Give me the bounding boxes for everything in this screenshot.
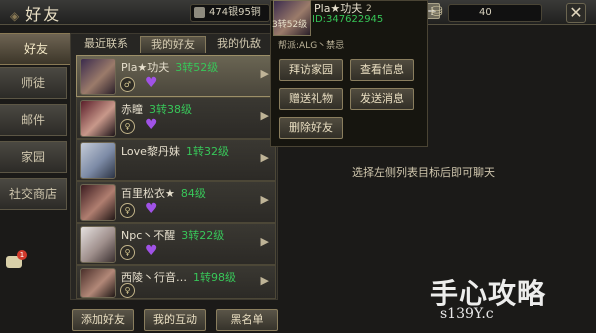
avatar [80, 58, 116, 95]
friend-level: 3转52级 [175, 61, 219, 74]
nav-item-social-shop[interactable]: 社交商店 [0, 178, 67, 210]
send-gift-button[interactable]: 赠送礼物 [279, 88, 343, 110]
friend-level: 84级 [180, 187, 206, 200]
gold-amount: 40 [479, 7, 492, 18]
nav-item-friends[interactable]: 好友 [0, 33, 73, 65]
silver-amount: 474银95铜 [209, 7, 261, 18]
friend-status-icons: ♀ ♥ [120, 243, 158, 260]
expand-arrow-icon[interactable]: ▶ [261, 151, 269, 164]
friend-name-line: 西陵丶行音… 1转98级 [121, 269, 236, 285]
gender-icon: ♀ [120, 283, 135, 298]
heart-icon: ♥ [145, 243, 158, 259]
friend-name-line: Npc丶不醒 3转22级 [121, 227, 224, 243]
friend-name: Npc丶不醒 [121, 229, 176, 242]
expand-arrow-icon[interactable]: ▶ [261, 235, 269, 248]
my-interaction-button[interactable]: 我的互动 [144, 309, 206, 331]
friend-status-icons: ♂ ♥ [120, 75, 158, 92]
friend-row[interactable]: Love黎丹妹 1转32级 ▶ [76, 139, 276, 181]
visit-home-button[interactable]: 拜访家园 [279, 59, 343, 81]
page-title-text: 好友 [25, 5, 62, 24]
nav-item-mail[interactable]: 邮件 [0, 104, 67, 136]
friend-row[interactable]: Npc丶不醒 3转22级 ♀ ♥ ▶ [76, 223, 276, 265]
gold-currency-display: ⛁ 40 [431, 4, 542, 22]
avatar [80, 142, 116, 179]
friend-level: 3转22级 [181, 229, 225, 242]
add-friend-button[interactable]: 添加好友 [72, 309, 134, 331]
gender-icon: ♂ [120, 77, 135, 92]
friend-name: Love黎丹妹 [121, 145, 180, 158]
friend-row[interactable]: 西陵丶行音… 1转98级 ♀ ▶ [76, 265, 276, 299]
silver-coin-icon [194, 7, 205, 18]
expand-arrow-icon[interactable]: ▶ [261, 67, 269, 80]
chat-badge: 1 [17, 250, 27, 260]
friend-name: 百里松衣★ [121, 187, 175, 200]
avatar [80, 100, 116, 137]
popup-player-id: ID:347622945 [312, 14, 384, 25]
friend-level: 1转32级 [185, 145, 229, 158]
friend-name-line: 百里松衣★ 84级 [121, 185, 206, 201]
gender-icon: ♀ [120, 119, 135, 134]
friend-row[interactable]: 赤瞳 3转38级 ♀ ♥ ▶ [76, 97, 276, 139]
nav-item-home[interactable]: 家园 [0, 141, 67, 173]
friend-name: Pla★功夫 [121, 61, 170, 74]
popup-gender-number: 2 [366, 4, 372, 14]
title-ornament-icon: ◈ [10, 9, 22, 23]
nav-item-mentor[interactable]: 师徒 [0, 67, 67, 99]
avatar [80, 268, 116, 298]
gender-icon: ♀ [120, 245, 135, 260]
popup-guild: 帮派:ALG丶禁忌 [278, 41, 345, 51]
chat-hint-text: 选择左侧列表目标后即可聊天 [352, 166, 495, 179]
expand-arrow-icon[interactable]: ▶ [261, 274, 269, 287]
page-title: ◈ 好友 [10, 1, 61, 25]
heart-icon: ♥ [145, 75, 158, 91]
friend-name-line: 赤瞳 3转38级 [121, 101, 192, 117]
tab-my-enemies[interactable]: 我的仇敌 [208, 36, 270, 52]
gender-icon: ♀ [120, 203, 135, 218]
friend-status-icons: ♀ [120, 283, 135, 298]
friend-name-line: Pla★功夫 3转52级 [121, 59, 218, 75]
friend-row[interactable]: Pla★功夫 3转52级 ♂ ♥ ▶ [76, 55, 276, 97]
friend-status-icons: ♀ ♥ [120, 201, 158, 218]
tab-recent-contacts[interactable]: 最近联系 [76, 36, 136, 52]
expand-arrow-icon[interactable]: ▶ [261, 109, 269, 122]
delete-friend-button[interactable]: 删除好友 [279, 117, 343, 139]
friend-level: 1转98级 [193, 271, 236, 284]
friend-level: 3转38级 [149, 103, 192, 116]
blacklist-button[interactable]: 黑名单 [216, 309, 278, 331]
view-info-button[interactable]: 查看信息 [350, 59, 414, 81]
avatar [80, 184, 116, 221]
friend-row[interactable]: 百里松衣★ 84级 ♀ ♥ ▶ [76, 181, 276, 223]
heart-icon: ♥ [145, 201, 158, 217]
avatar [80, 226, 116, 263]
tab-my-friends[interactable]: 我的好友 [140, 36, 206, 53]
watermark-site: s139Y.c [440, 306, 494, 322]
friend-name: 赤瞳 [121, 103, 143, 116]
silver-currency-display: 474银95铜 [190, 4, 270, 22]
popup-level: 3转52级 [272, 20, 308, 30]
friend-name-line: Love黎丹妹 1转32级 [121, 143, 229, 159]
friend-status-icons: ♀ ♥ [120, 117, 158, 134]
close-button[interactable]: ✕ [566, 3, 586, 23]
expand-arrow-icon[interactable]: ▶ [261, 193, 269, 206]
send-message-button[interactable]: 发送消息 [350, 88, 414, 110]
ingot-icon: ⛁ [431, 4, 443, 20]
heart-icon: ♥ [145, 117, 158, 133]
